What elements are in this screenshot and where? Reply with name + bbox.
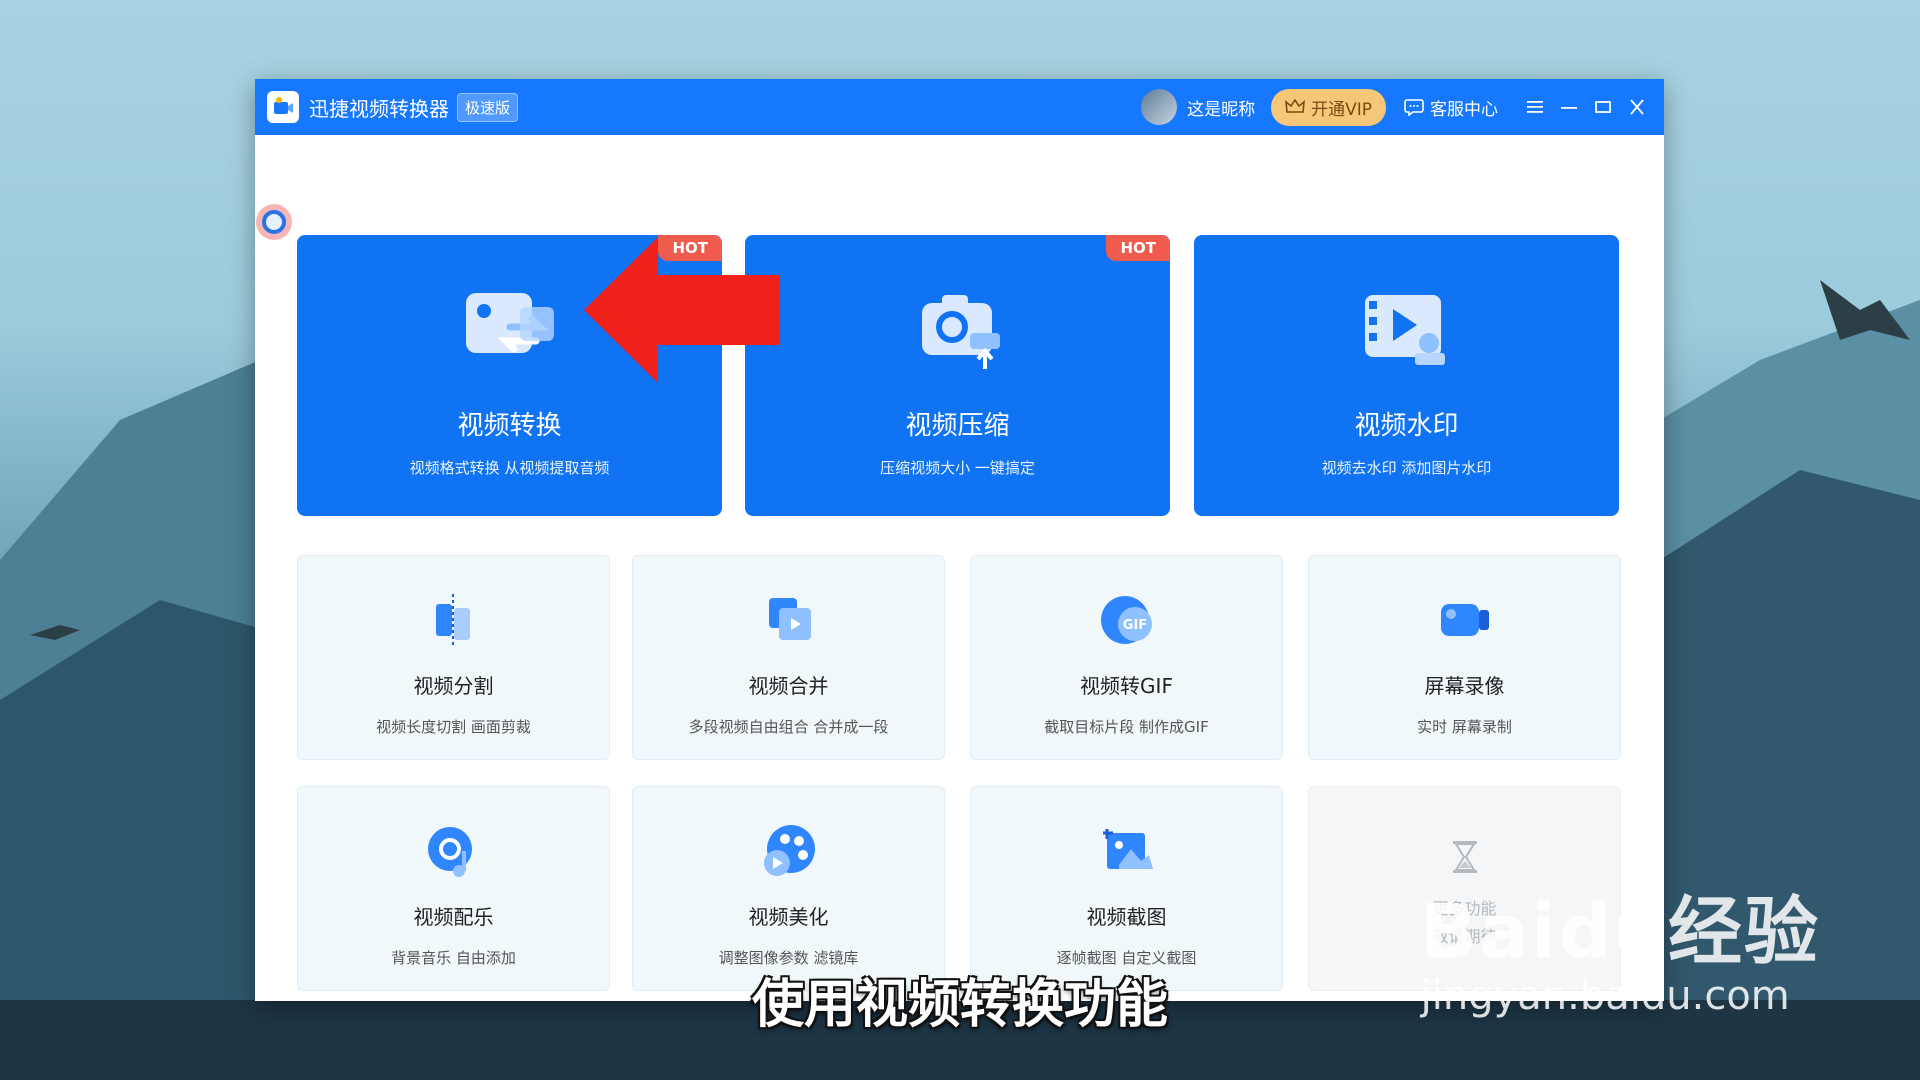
card-subtitle: 截取目标片段 制作成GIF	[1044, 718, 1209, 736]
video-split-icon	[435, 594, 470, 648]
baidu-jingyan-watermark: Baidu经验 jingyan.baidu.com	[1421, 872, 1820, 1019]
title-bar: 迅捷视频转换器 极速版 这是昵称 开通VIP 客服中心	[255, 79, 1664, 135]
beautify-icon	[763, 825, 815, 876]
card-title: 视频配乐	[413, 905, 494, 929]
app-logo-icon	[267, 91, 299, 123]
menu-button[interactable]	[1520, 92, 1550, 122]
cursor-indicator	[256, 204, 292, 240]
gif-icon-text: GIF	[1122, 618, 1146, 633]
card-title: 视频截图	[1086, 905, 1167, 929]
card-subtitle: 视频长度切割 画面剪裁	[376, 718, 531, 736]
user-nickname[interactable]: 这是昵称	[1187, 95, 1255, 120]
card-video-music[interactable]: 视频配乐 背景音乐 自由添加	[297, 786, 610, 991]
card-video-screenshot[interactable]: 视频截图 逐帧截图 自定义截图	[970, 786, 1283, 991]
card-subtitle: 实时 屏幕录制	[1417, 718, 1512, 736]
video-convert-icon	[465, 293, 554, 353]
card-title: 视频转换	[457, 411, 562, 441]
edition-badge: 极速版	[457, 92, 519, 122]
card-subtitle: 视频去水印 添加图片水印	[1321, 459, 1492, 477]
screen-record-icon	[1440, 604, 1489, 636]
card-title: 屏幕录像	[1424, 674, 1505, 698]
crown-icon	[1285, 99, 1306, 113]
app-title: 迅捷视频转换器	[309, 96, 449, 121]
video-watermark-icon	[1364, 295, 1445, 365]
card-title: 视频美化	[748, 905, 829, 929]
vip-button[interactable]: 开通VIP	[1271, 88, 1386, 126]
screenshot-icon	[1102, 829, 1153, 869]
card-subtitle: 压缩视频大小 一键搞定	[880, 459, 1035, 477]
video-merge-icon	[768, 598, 811, 640]
chat-icon	[1404, 99, 1424, 116]
music-icon	[427, 827, 472, 877]
card-title: 视频合并	[748, 674, 829, 698]
card-title: 视频转GIF	[1080, 674, 1173, 698]
maximize-icon	[1595, 101, 1611, 113]
card-screen-record[interactable]: 屏幕录像 实时 屏幕录制	[1308, 555, 1621, 760]
maximize-button[interactable]	[1588, 92, 1618, 122]
card-video-to-gif[interactable]: GIF 视频转GIF 截取目标片段 制作成GIF	[970, 555, 1283, 760]
close-button[interactable]	[1622, 92, 1652, 122]
card-title: 视频压缩	[905, 411, 1010, 441]
minimize-icon	[1561, 107, 1577, 109]
card-subtitle: 多段视频自由组合 合并成一段	[688, 718, 889, 736]
vip-label: 开通VIP	[1311, 99, 1372, 120]
card-video-merge[interactable]: 视频合并 多段视频自由组合 合并成一段	[632, 555, 945, 760]
app-window: 迅捷视频转换器 极速版 这是昵称 开通VIP 客服中心 HOT 视频转换 视频格…	[255, 79, 1664, 1001]
card-title: 视频分割	[413, 674, 494, 698]
hot-badge: HOT	[1106, 235, 1170, 261]
close-icon	[1630, 99, 1644, 115]
avatar[interactable]	[1141, 89, 1178, 125]
card-title: 视频水印	[1354, 411, 1459, 441]
service-label: 客服中心	[1430, 99, 1498, 120]
card-video-watermark[interactable]: 视频水印 视频去水印 添加图片水印	[1194, 235, 1619, 516]
card-video-split[interactable]: 视频分割 视频长度切割 画面剪裁	[297, 555, 610, 760]
card-video-compress[interactable]: HOT 视频压缩 压缩视频大小 一键搞定	[745, 235, 1170, 516]
red-arrow-annotation	[584, 237, 780, 383]
customer-service-button[interactable]: 客服中心	[1404, 95, 1498, 120]
gif-icon: GIF	[1100, 596, 1152, 644]
watermark-brand: Baidu经验	[1420, 889, 1820, 975]
card-video-beautify[interactable]: 视频美化 调整图像参数 滤镜库	[632, 786, 945, 991]
menu-icon	[1527, 101, 1543, 113]
minimize-button[interactable]	[1554, 92, 1584, 122]
watermark-site: jingyan.baidu.com	[1420, 973, 1790, 1019]
video-compress-icon	[921, 295, 1000, 369]
hourglass-icon	[1452, 841, 1477, 873]
card-subtitle: 视频格式转换 从视频提取音频	[409, 459, 610, 477]
